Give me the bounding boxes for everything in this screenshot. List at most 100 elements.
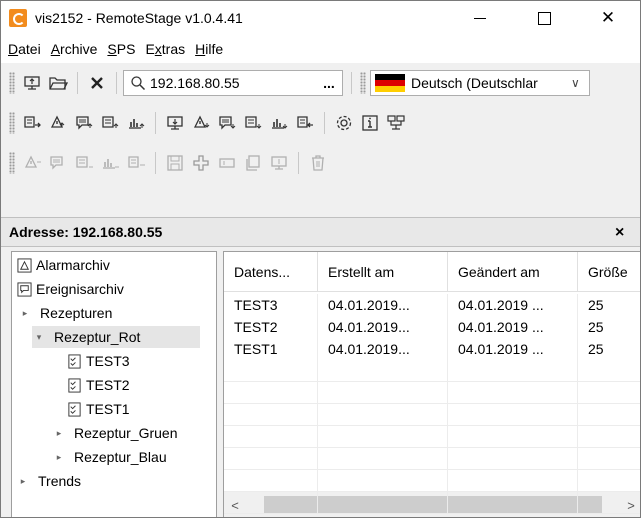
download-alarm-icon[interactable] (188, 110, 214, 136)
open-folder-icon[interactable] (45, 70, 71, 96)
menu-hilfe[interactable]: Hilfe (190, 41, 228, 57)
menu-archive[interactable]: Archive (46, 41, 103, 57)
rename-icon (214, 150, 240, 176)
connect-icon[interactable] (19, 70, 45, 96)
language-value: Deutsch (Deutschlar (411, 75, 538, 91)
table-cell: 04.01.2019 ... (448, 338, 578, 360)
info-icon[interactable] (357, 110, 383, 136)
download-all-icon[interactable] (162, 110, 188, 136)
app-window: vis2152 - RemoteStage v1.0.4.41 DateiArc… (0, 0, 641, 518)
expand-arrow-icon[interactable]: ▸ (52, 452, 66, 463)
window-title: vis2152 - RemoteStage v1.0.4.41 (35, 10, 243, 26)
app-logo-icon (9, 9, 27, 27)
empty-row (224, 470, 640, 492)
archive-tree[interactable]: Alarmarchiv Ereignisarchiv ▸ Rezepturen ▾ Rez… (11, 251, 217, 517)
empty-row (224, 492, 640, 514)
tree-item-label: Rezeptur_Blau (74, 449, 167, 465)
table-cell: 04.01.2019 ... (448, 316, 578, 338)
tree-item[interactable]: TEST1 (66, 398, 130, 420)
event-archive-disabled-icon (45, 150, 71, 176)
toolbar-row-transfer (1, 105, 640, 141)
toolbar-separator (155, 112, 156, 134)
tree-item[interactable]: ▸ Rezepturen (18, 302, 113, 324)
toolbar-separator (155, 152, 156, 174)
download-event-icon[interactable] (214, 110, 240, 136)
maximize-button[interactable] (521, 1, 567, 35)
upload-event-icon[interactable] (71, 110, 97, 136)
tree-item-label: TEST2 (86, 377, 130, 393)
language-select[interactable]: Deutsch (Deutschlar ∨ (370, 70, 590, 96)
list-disabled-icon (71, 150, 97, 176)
table-cell: TEST1 (224, 338, 318, 360)
alarm-archive-disabled-icon (19, 150, 45, 176)
upload-recipe-icon[interactable] (19, 110, 45, 136)
tree-item-label: TEST1 (86, 401, 130, 417)
toolbar-grip[interactable] (9, 72, 15, 94)
gear-icon[interactable] (331, 110, 357, 136)
title-bar: vis2152 - RemoteStage v1.0.4.41 (1, 1, 640, 35)
event-archive-icon (16, 281, 32, 297)
network-icon[interactable] (383, 110, 409, 136)
upload-alarm-icon[interactable] (45, 110, 71, 136)
column-header[interactable]: Datens... (224, 252, 318, 292)
address-header-label: Adresse: 192.168.80.55 (9, 224, 163, 240)
table-row[interactable]: TEST1 04.01.2019... 04.01.2019 ... 25 (224, 338, 640, 360)
toolbar-separator (77, 72, 78, 94)
tree-item[interactable]: Alarmarchiv (16, 254, 110, 276)
upload-list-icon[interactable] (97, 110, 123, 136)
download-list-icon[interactable] (240, 110, 266, 136)
recipe-file-icon (66, 353, 82, 369)
table-cell: TEST3 (224, 294, 318, 316)
delete-x-icon[interactable] (84, 70, 110, 96)
download-trend-icon[interactable] (266, 110, 292, 136)
table-cell: 25 (578, 316, 640, 338)
trash-icon (305, 150, 331, 176)
toolbar-grip[interactable] (9, 152, 15, 174)
table-row[interactable]: TEST3 04.01.2019... 04.01.2019 ... 25 (224, 294, 640, 316)
column-header[interactable]: Erstellt am (318, 252, 448, 292)
german-flag-icon (375, 74, 405, 92)
column-header[interactable]: Geändert am (448, 252, 578, 292)
recipe-table[interactable]: Datens... Erstellt am Geändert am Größe < >… (223, 251, 640, 517)
download-recipe-icon[interactable] (292, 110, 318, 136)
menu-datei[interactable]: Datei (3, 41, 46, 57)
expand-arrow-icon[interactable]: ▸ (18, 308, 32, 319)
toolbar-grip[interactable] (360, 72, 366, 94)
recipe-file-icon (66, 401, 82, 417)
toolbar-grip[interactable] (9, 112, 15, 134)
address-header: Adresse: 192.168.80.55 × (1, 217, 640, 247)
tree-item[interactable]: ▸ Rezeptur_Gruen (52, 422, 178, 444)
empty-row (224, 382, 640, 404)
tree-item[interactable]: TEST3 (66, 350, 130, 372)
address-input[interactable]: 192.168.80.55 ... (123, 70, 343, 96)
tree-item-label: Alarmarchiv (36, 257, 110, 273)
table-cell: 04.01.2019... (318, 294, 448, 316)
toolbar-row-connection: 192.168.80.55 ... Deutsch (Deutschlar ∨ (1, 65, 640, 101)
expand-arrow-icon[interactable]: ▸ (52, 428, 66, 439)
collapse-arrow-icon[interactable]: ▾ (32, 332, 46, 343)
menu-sps[interactable]: SPS (102, 41, 140, 57)
menu-extras[interactable]: Extras (140, 41, 190, 57)
tree-item[interactable]: ▾ Rezeptur_Rot (32, 326, 200, 348)
empty-row (224, 404, 640, 426)
tree-item[interactable]: ▸ Rezeptur_Blau (52, 446, 167, 468)
table-row[interactable]: TEST2 04.01.2019... 04.01.2019 ... 25 (224, 316, 640, 338)
expand-arrow-icon[interactable]: ▸ (16, 476, 30, 487)
minimize-button[interactable] (457, 1, 503, 35)
menu-bar: Datei Archive SPS Extras Hilfe (1, 35, 640, 63)
close-address-panel-button[interactable]: × (615, 224, 624, 242)
address-browse-button[interactable]: ... (316, 75, 342, 91)
copy-icon (240, 150, 266, 176)
tree-item[interactable]: TEST2 (66, 374, 130, 396)
add-icon (188, 150, 214, 176)
column-header[interactable]: Größe (578, 252, 640, 292)
transfer-icon (266, 150, 292, 176)
toolbar-separator (324, 112, 325, 134)
tree-item[interactable]: ▸ Trends (16, 470, 81, 492)
tree-item-label: Ereignisarchiv (36, 281, 124, 297)
close-window-button[interactable] (585, 1, 631, 35)
toolbar-separator (351, 72, 352, 94)
upload-trend-icon[interactable] (123, 110, 149, 136)
tree-item[interactable]: Ereignisarchiv (16, 278, 124, 300)
empty-row (224, 426, 640, 448)
